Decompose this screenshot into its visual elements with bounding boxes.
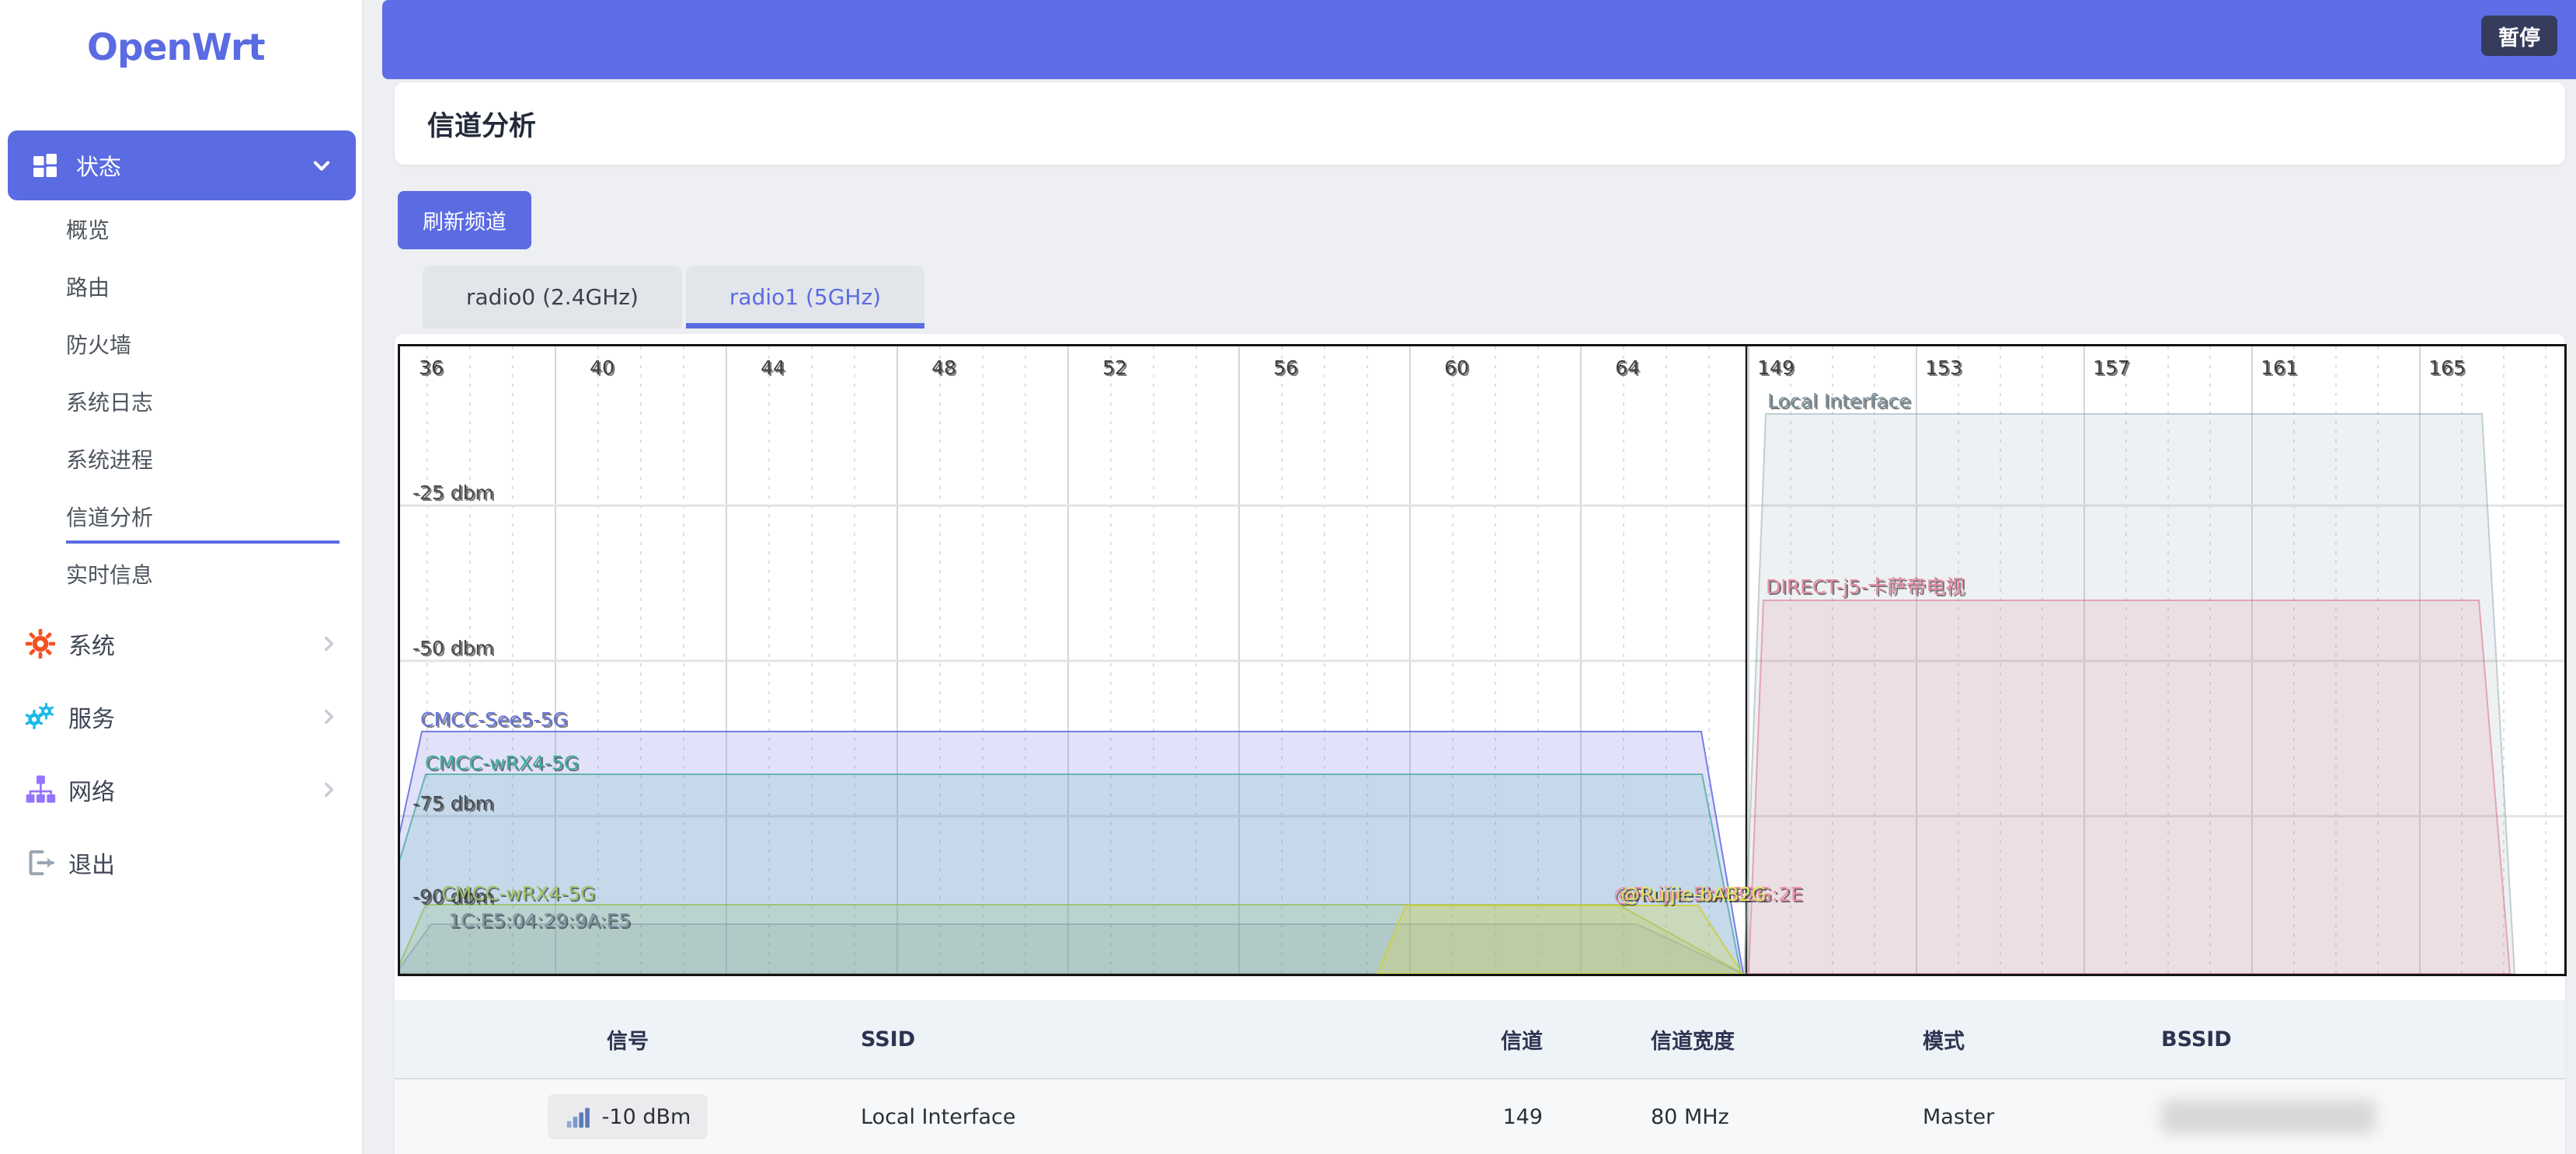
- sidebar-subitem-3[interactable]: 系统日志: [0, 373, 364, 430]
- sidebar-section-2[interactable]: 网络: [0, 753, 364, 826]
- sidebar-section-label: 网络: [68, 773, 115, 807]
- cell-bssid: [2080, 1100, 2565, 1134]
- col-header-2: 信道: [1501, 1024, 1560, 1055]
- spectrum-svg: 3636404044444848525256566060646414914915…: [400, 346, 2564, 974]
- chevron-down-icon: [311, 155, 332, 176]
- sidebar-section-0[interactable]: 系统: [0, 607, 364, 680]
- topbar: 暂停: [382, 0, 2576, 79]
- dashboard-grid-icon: [31, 151, 59, 179]
- sidebar-section-1[interactable]: 服务: [0, 680, 364, 753]
- network-area-7: [1749, 600, 2510, 974]
- x-axis-channel-60: 60: [1444, 356, 1469, 379]
- y-axis--25: -25 dbm: [413, 481, 494, 504]
- sidebar-subitem-label: 概览: [66, 214, 110, 245]
- chevron-right-icon: [319, 780, 339, 800]
- x-axis-channel-64: 64: [1615, 356, 1640, 379]
- table-header-row: 信号 SSID 信道信道宽度模式BSSID: [395, 1000, 2565, 1079]
- network-label-2: CMCC-wRX4-5G: [441, 882, 595, 905]
- logout-icon: [25, 847, 56, 878]
- x-axis-channel-149: 149: [1757, 356, 1794, 379]
- chevron-right-icon: [319, 634, 339, 654]
- x-axis-channel-48: 48: [931, 356, 956, 379]
- signal-badge: -10 dBm: [548, 1094, 708, 1139]
- table-body: -10 dBm Local Interface 14980 MHzMaster: [395, 1079, 2565, 1154]
- network-label-3: 1C:E5:04:29:9A:E5: [448, 909, 631, 932]
- sidebar-item-label: 状态: [76, 149, 121, 182]
- network-area-5: [1377, 905, 1742, 974]
- title-card: 信道分析: [395, 82, 2565, 165]
- sidebar-subitem-6[interactable]: 实时信息: [0, 545, 364, 603]
- x-axis-channel-165: 165: [2428, 356, 2466, 379]
- sidebar-subitem-label: 路由: [66, 271, 110, 302]
- networks-table: 信号 SSID 信道信道宽度模式BSSID -10 dBm Local Interfa…: [395, 1000, 2565, 1154]
- chevron-right-icon: [319, 707, 339, 727]
- sidebar-item-status[interactable]: 状态: [8, 130, 356, 200]
- gears-icon: [25, 701, 56, 732]
- x-axis-channel-153: 153: [1925, 356, 1962, 379]
- tab-radio0[interactable]: radio0 (2.4GHz): [423, 266, 682, 328]
- x-axis-channel-44: 44: [761, 356, 785, 379]
- tab-radio1[interactable]: radio1 (5GHz): [686, 266, 924, 328]
- x-axis-channel-56: 56: [1273, 356, 1298, 379]
- sidebar: OpenWrt 状态 概览路由防火墙系统日志系统进程信道分析实时信息 系统 服务: [0, 0, 364, 1154]
- col-header-1: SSID: [861, 1027, 1467, 1051]
- sidebar-section-3[interactable]: 退出: [0, 826, 364, 899]
- sidebar-section-label: 退出: [68, 846, 115, 880]
- sidebar-section-label: 系统: [68, 627, 115, 661]
- sidebar-subitem-label: 系统日志: [66, 386, 153, 417]
- x-axis-channel-161: 161: [2261, 356, 2298, 379]
- sidebar-sections: 系统 服务 网络 退出: [0, 607, 364, 899]
- sidebar-subitem-4[interactable]: 系统进程: [0, 430, 364, 488]
- network-label-5: @Ruijie-bAB2G: [1620, 883, 1767, 905]
- x-axis-channel-36: 36: [419, 356, 444, 379]
- sidebar-section-label: 服务: [68, 700, 115, 734]
- sidebar-subitem-label: 信道分析: [66, 501, 153, 532]
- sidebar-subitem-1[interactable]: 路由: [0, 258, 364, 315]
- sidebar-subitem-label: 实时信息: [66, 558, 153, 589]
- sidebar-subitem-label: 防火墙: [66, 328, 131, 360]
- col-header-0: 信号: [607, 1024, 649, 1055]
- col-header-5: BSSID: [2080, 1027, 2565, 1051]
- table-row: -10 dBm Local Interface 14980 MHzMaster: [395, 1079, 2565, 1154]
- sidebar-subitem-5[interactable]: 信道分析: [0, 488, 364, 545]
- channel-spectrum-chart: 3636404044444848525256566060646414914915…: [398, 344, 2567, 976]
- network-label-0: CMCC-See5-5G: [420, 708, 568, 731]
- sidebar-subitem-label: 系统进程: [66, 443, 153, 474]
- signal-bars-icon: [565, 1104, 591, 1130]
- network-label-7: DIRECT-j5-卡萨帝电视: [1766, 575, 1965, 598]
- sidebar-subitem-2[interactable]: 防火墙: [0, 315, 364, 373]
- pause-button[interactable]: 暂停: [2481, 16, 2557, 56]
- network-label-6: Local Interface: [1767, 390, 1911, 412]
- col-header-4: 模式: [1824, 1024, 2080, 1055]
- cell-channel: 149: [1502, 1105, 1560, 1129]
- cell-ssid: Local Interface: [861, 1105, 1467, 1129]
- openwrt-logo: OpenWrt: [87, 26, 265, 69]
- sidebar-subitem-0[interactable]: 概览: [0, 200, 364, 258]
- x-axis-channel-52: 52: [1102, 356, 1127, 379]
- status-submenu: 概览路由防火墙系统日志系统进程信道分析实时信息: [0, 200, 364, 603]
- cell-mode: Master: [1824, 1105, 2080, 1129]
- gear-icon: [25, 628, 56, 659]
- x-axis-channel-40: 40: [590, 356, 614, 379]
- active-subitem-underline: [66, 541, 339, 544]
- x-axis-channel-157: 157: [2093, 356, 2130, 379]
- refresh-channels-button[interactable]: 刷新频道: [398, 191, 531, 249]
- signal-value: -10 dBm: [602, 1105, 691, 1129]
- network-label-1: CMCC-wRX4-5G: [425, 752, 579, 774]
- channel-analysis-card: 3636404044444848525256566060646414914915…: [395, 334, 2565, 1154]
- cell-channel-width: 80 MHz: [1560, 1105, 1824, 1129]
- y-axis--50: -50 dbm: [413, 637, 494, 659]
- col-header-3: 信道宽度: [1560, 1024, 1824, 1055]
- page-title: 信道分析: [427, 104, 536, 144]
- radio-tabs: radio0 (2.4GHz)radio1 (5GHz): [423, 266, 924, 328]
- sitemap-icon: [25, 774, 56, 805]
- bssid-redacted: [2161, 1100, 2376, 1134]
- y-axis--75: -75 dbm: [413, 792, 494, 815]
